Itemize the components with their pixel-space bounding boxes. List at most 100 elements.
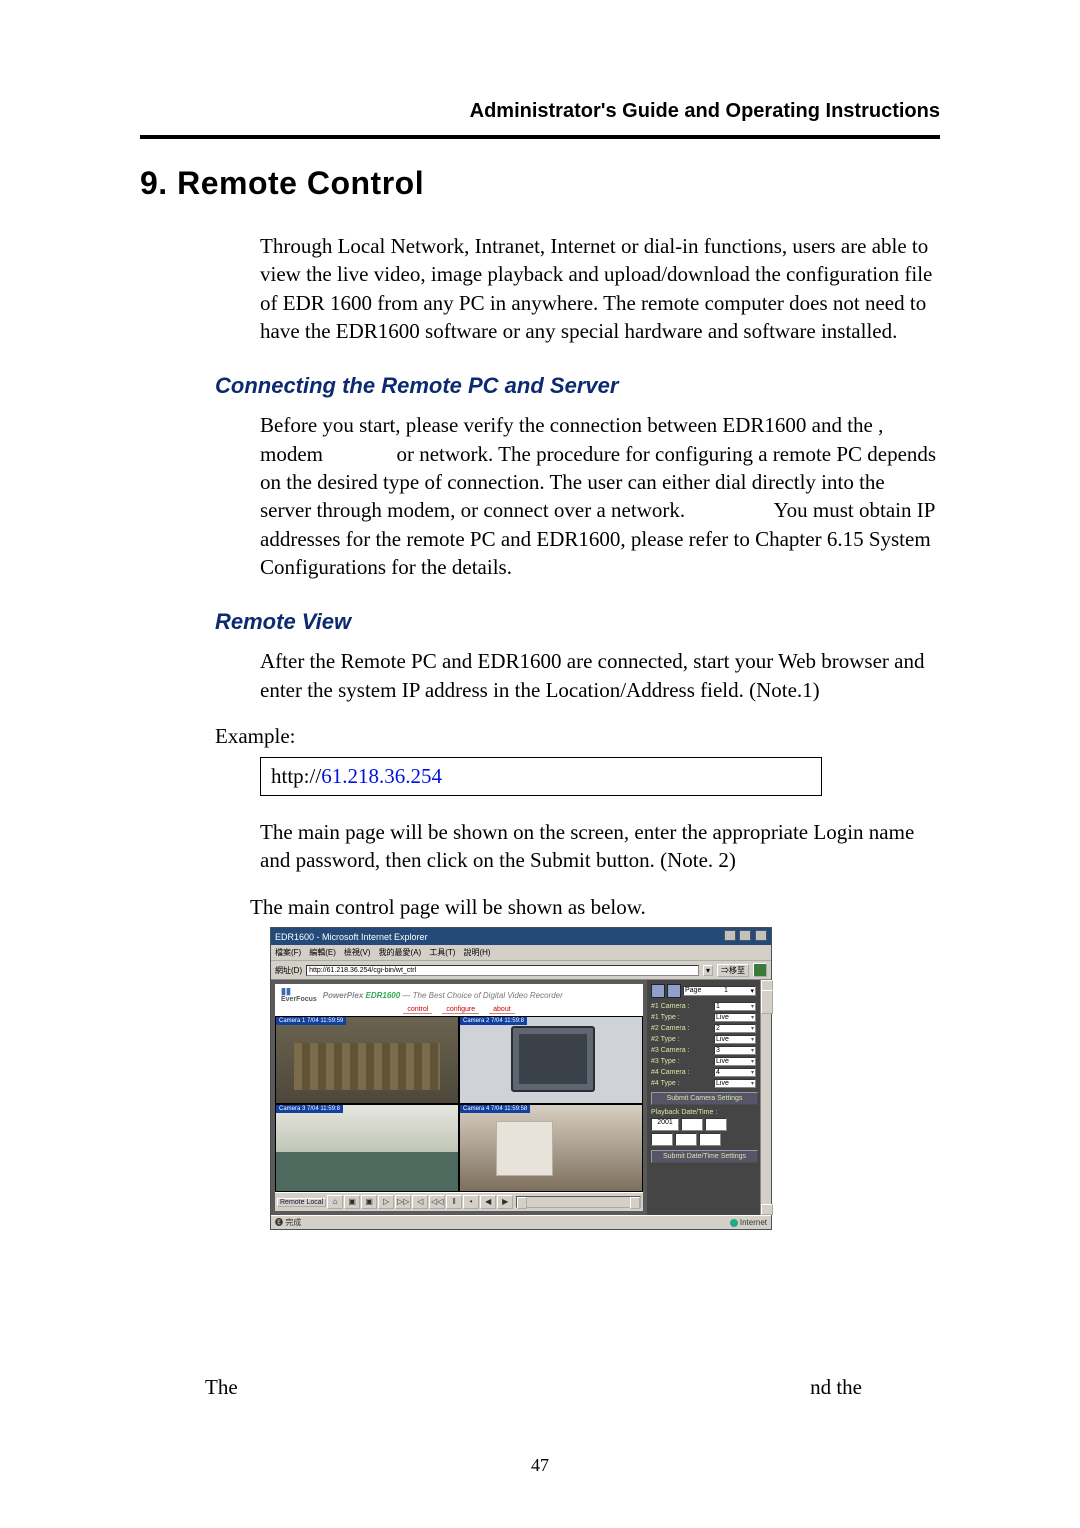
window-control-buttons[interactable] — [723, 930, 767, 943]
toolbar-play-icon[interactable]: ▷ — [378, 1195, 394, 1209]
toolbar-frew-icon[interactable]: ◁◁ — [429, 1195, 445, 1209]
dt-day[interactable] — [705, 1118, 727, 1131]
ie-window: EDR1600 - Microsoft Internet Explorer 檔案… — [270, 927, 772, 1230]
subheading-remote-view: Remote View — [215, 609, 940, 635]
menu-view[interactable]: 檢視(V) — [344, 947, 371, 958]
maximize-icon[interactable] — [739, 930, 751, 941]
scrollbar-thumb[interactable] — [761, 990, 773, 1014]
subheading-connecting: Connecting the Remote PC and Server — [215, 373, 940, 399]
submit-camera-button[interactable]: Submit Camera Settings — [651, 1092, 758, 1105]
row-2-cam-select[interactable]: 2 — [714, 1024, 756, 1033]
menu-tools[interactable]: 工具(T) — [429, 947, 455, 958]
row-3-cam-select[interactable]: 3 — [714, 1046, 756, 1055]
camera-grid: Camera 1 7/04 11:59:59 Camera 2 7/04 11:… — [275, 1016, 643, 1192]
camera-4[interactable]: Camera 4 7/04 11:59:58 — [459, 1104, 643, 1192]
toolbar-pause-icon[interactable]: ‖ — [446, 1195, 462, 1209]
address-input[interactable]: http://61.218.36.254/cgi-bin/wt_ctrl — [306, 965, 699, 976]
status-zone-text: Internet — [740, 1218, 767, 1227]
row-4-type-label: #4 Type : — [651, 1080, 680, 1087]
tab-control[interactable]: control — [403, 1006, 432, 1014]
running-header: Administrator's Guide and Operating Inst… — [140, 100, 940, 123]
toolbar-grid2-icon[interactable]: ▣ — [361, 1195, 377, 1209]
globe-icon — [730, 1219, 738, 1227]
menu-help[interactable]: 說明(H) — [463, 947, 490, 958]
submit-datetime-button[interactable]: Submit Date/Time Settings — [651, 1150, 758, 1163]
row-2-type-label: #2 Type : — [651, 1036, 680, 1043]
toolbar-ffwd-icon[interactable]: ▷▷ — [395, 1195, 411, 1209]
menu-bar[interactable]: 檔案(F) 編輯(E) 檢視(V) 我的最愛(A) 工具(T) 說明(H) — [271, 945, 771, 960]
section-title: 9. Remote Control — [140, 165, 940, 202]
connecting-paragraph: Before you start, please verify the conn… — [260, 411, 940, 581]
header-divider — [140, 135, 940, 139]
camera-1-label: Camera 1 7/04 11:59:59 — [276, 1017, 346, 1025]
dt-hour[interactable] — [651, 1133, 673, 1146]
time-fields — [651, 1133, 756, 1146]
dt-second[interactable] — [699, 1133, 721, 1146]
layout-4-icon[interactable] — [667, 984, 681, 998]
close-icon[interactable] — [755, 930, 767, 941]
date-fields: 2001 — [651, 1118, 756, 1131]
cutoff-text-right: nd the — [810, 1375, 862, 1400]
row-3-type-label: #3 Type : — [651, 1058, 680, 1065]
playback-datetime-label: Playback Date/Time : — [651, 1109, 756, 1116]
row-1-type-label: #1 Type : — [651, 1014, 680, 1021]
minimize-icon[interactable] — [724, 930, 736, 941]
page-select-value: 1 — [724, 987, 728, 995]
menu-favorites[interactable]: 我的最愛(A) — [379, 947, 422, 958]
page-select-label: Page — [685, 987, 701, 995]
playback-toolbar: Remote Local ⌂ ▣ ▣ ▷ ▷▷ ◁ ◁◁ ‖ • ◀ ▶ — [275, 1192, 643, 1211]
window-title-text: EDR1600 - Microsoft Internet Explorer — [275, 932, 428, 942]
address-dropdown-icon[interactable]: ▾ — [703, 965, 713, 976]
dt-minute[interactable] — [675, 1133, 697, 1146]
dt-year[interactable]: 2001 — [651, 1118, 679, 1131]
url-prefix: http:// — [271, 764, 321, 788]
tab-about[interactable]: about — [489, 1006, 515, 1014]
links-icon[interactable] — [753, 963, 767, 977]
toolbar-mode-label[interactable]: Remote Local — [277, 1198, 326, 1207]
layout-1-icon[interactable] — [651, 984, 665, 998]
camera-1[interactable]: Camera 1 7/04 11:59:59 — [275, 1016, 459, 1104]
brand-logo: ▮▮ EverFocus — [281, 987, 317, 1003]
toolbar-grid1-icon[interactable]: ▣ — [344, 1195, 360, 1209]
row-3-type-select[interactable]: Live — [714, 1057, 756, 1066]
page-select[interactable]: Page 1 ▾ — [683, 986, 756, 996]
row-4-cam-select[interactable]: 4 — [714, 1068, 756, 1077]
camera-3[interactable]: Camera 3 7/04 11:59:8 — [275, 1104, 459, 1192]
address-label: 網址(D) — [275, 965, 302, 976]
camera-3-label: Camera 3 7/04 11:59:8 — [276, 1105, 343, 1113]
camera-2-label: Camera 2 7/04 11:59:8 — [460, 1017, 527, 1025]
menu-edit[interactable]: 編輯(E) — [309, 947, 336, 958]
go-button[interactable]: ⇒移至 — [717, 964, 749, 977]
status-zone: Internet — [730, 1217, 767, 1228]
row-2-type-select[interactable]: Live — [714, 1035, 756, 1044]
toolbar-record-icon[interactable]: • — [463, 1195, 479, 1209]
brand-tagline: PowerPlex EDR1600 — The Best Choice of D… — [323, 991, 563, 1000]
toolbar-rew-icon[interactable]: ◁ — [412, 1195, 428, 1209]
row-4-type-select[interactable]: Live — [714, 1079, 756, 1088]
tab-configure[interactable]: configure — [442, 1006, 479, 1014]
remote-view-para2: The main page will be shown on the scree… — [260, 818, 940, 875]
row-4-cam-label: #4 Camera : — [651, 1069, 690, 1076]
url-link: 61.218.36.254 — [321, 764, 442, 788]
brand-word-1: PowerPlex — [323, 991, 363, 1000]
remote-view-para1: After the Remote PC and EDR1600 are conn… — [260, 647, 940, 704]
brand-bar: ▮▮ EverFocus PowerPlex EDR1600 — The Bes… — [275, 984, 643, 1006]
menu-file[interactable]: 檔案(F) — [275, 947, 301, 958]
toolbar-home-icon[interactable]: ⌂ — [327, 1195, 343, 1209]
dt-month[interactable] — [681, 1118, 703, 1131]
camera-2[interactable]: Camera 2 7/04 11:59:8 — [459, 1016, 643, 1104]
vertical-scrollbar[interactable] — [760, 980, 771, 1215]
example-url-box: http://61.218.36.254 — [260, 757, 822, 796]
row-1-cam-label: #1 Camera : — [651, 1003, 690, 1010]
brand-word-2: EDR1600 — [366, 991, 401, 1000]
window-titlebar: EDR1600 - Microsoft Internet Explorer — [271, 928, 771, 945]
brand-logo-text: EverFocus — [281, 996, 317, 1003]
toolbar-next-icon[interactable]: ▶ — [497, 1195, 513, 1209]
toolbar-prev-icon[interactable]: ◀ — [480, 1195, 496, 1209]
status-left: 🅔 完成 — [275, 1217, 301, 1228]
page-tabs: control configure about — [275, 1006, 643, 1016]
row-1-cam-select[interactable]: 1 — [714, 1002, 756, 1011]
row-3-cam-label: #3 Camera : — [651, 1047, 690, 1054]
toolbar-scrollbar[interactable] — [516, 1196, 641, 1208]
row-1-type-select[interactable]: Live — [714, 1013, 756, 1022]
